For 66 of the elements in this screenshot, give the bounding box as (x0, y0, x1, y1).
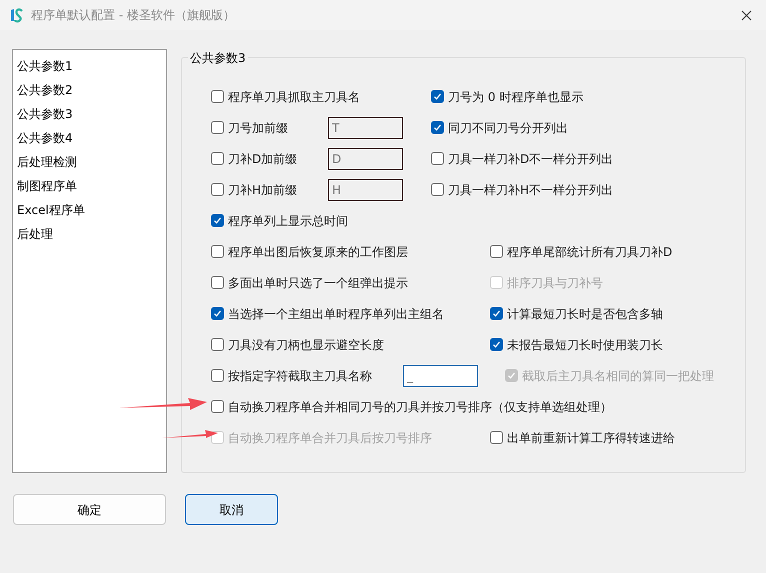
checkbox[interactable] (490, 245, 503, 258)
checkbox-label: 刀补H加前缀 (228, 182, 298, 198)
checkmark-icon (492, 309, 501, 318)
checkbox[interactable] (490, 338, 503, 351)
sidebar-item[interactable]: 公共参数4 (13, 126, 166, 150)
checkbox-label: 自动换刀程序单合并刀具后按刀号排序 (228, 430, 432, 446)
checkbox-label: 自动换刀程序单合并相同刀号的刀具并按刀号排序（仅支持单选组处理） (228, 398, 612, 416)
checkbox[interactable] (211, 400, 224, 413)
checkbox-label: 刀具一样刀补H不一样分开列出 (448, 182, 614, 198)
checkmark-icon (433, 92, 442, 101)
checkbox-label: 程序单尾部统计所有刀具刀补D (507, 244, 672, 260)
checkbox[interactable] (211, 369, 224, 382)
checkbox[interactable] (490, 307, 503, 320)
checkbox[interactable] (211, 214, 224, 227)
checkbox-label: 截取后主刀具名相同的算同一把处理 (522, 368, 714, 384)
checkbox[interactable] (490, 431, 503, 444)
sidebar-item[interactable]: Excel程序单 (13, 198, 166, 222)
checkbox[interactable] (431, 90, 444, 103)
sidebar-item[interactable]: 公共参数2 (13, 78, 166, 102)
dialog-button[interactable]: 确定 (13, 494, 166, 525)
app-logo-icon (9, 7, 25, 23)
sidebar-item[interactable]: 制图程序单 (13, 174, 166, 198)
checkbox-label: 按指定字符截取主刀具名称 (228, 368, 372, 384)
checkbox-label: 刀补D加前缀 (228, 150, 298, 168)
checkbox-label: 刀号加前缀 (228, 120, 288, 136)
checkbox-label: 当选择一个主组出单时程序单列出主组名 (228, 306, 444, 322)
dialog-button[interactable]: 取消 (185, 494, 278, 525)
checkbox-label: 同刀不同刀号分开列出 (448, 120, 568, 136)
sidebar-item[interactable]: 后处理 (13, 222, 166, 246)
close-icon[interactable] (741, 10, 752, 20)
checkbox[interactable] (211, 152, 224, 165)
checkbox[interactable] (211, 90, 224, 103)
checkbox-label: 出单前重新计算工序得转速进给 (507, 430, 675, 446)
sidebar-item[interactable]: 后处理检测 (13, 150, 166, 174)
window-title: 程序单默认配置 - 楼圣软件（旗舰版） (31, 7, 235, 24)
checkmark-icon (433, 123, 442, 132)
sidebar-item[interactable]: 公共参数3 (13, 102, 166, 126)
checkbox-label: 程序单列上显示总时间 (228, 212, 348, 230)
checkmark-icon (213, 309, 222, 318)
checkmark-icon (213, 216, 222, 225)
checkbox[interactable] (431, 121, 444, 134)
text-field[interactable]: _ (403, 364, 478, 386)
group-title: 公共参数3 (188, 49, 248, 67)
checkbox[interactable] (211, 276, 224, 289)
checkbox-label: 刀具没有刀柄也显示避空长度 (228, 336, 384, 354)
sidebar-item[interactable]: 公共参数1 (13, 54, 166, 78)
checkbox[interactable] (211, 307, 224, 320)
checkbox[interactable] (211, 121, 224, 134)
checkbox-label: 计算最短刀长时是否包含多轴 (507, 306, 663, 322)
checkbox-label: 程序单出图后恢复原来的工作图层 (228, 244, 408, 260)
checkbox[interactable] (211, 183, 224, 196)
checkmark-icon (492, 340, 501, 349)
checkbox-label: 刀号为 0 时程序单也显示 (448, 88, 584, 106)
checkbox-label: 未报告最短刀长时使用装刀长 (507, 336, 663, 354)
checkbox[interactable] (431, 183, 444, 196)
checkbox-label: 多面出单时只选了一个组弹出提示 (228, 274, 408, 292)
checkbox[interactable] (431, 152, 444, 165)
checkbox-label: 程序单刀具抓取主刀具名 (228, 88, 360, 106)
text-field[interactable]: H (328, 178, 403, 200)
checkmark-icon (507, 371, 516, 380)
text-field[interactable]: D (328, 148, 403, 170)
checkbox-label: 排序刀具与刀补号 (507, 274, 603, 292)
checkbox[interactable] (211, 245, 224, 258)
checkbox[interactable] (211, 338, 224, 351)
checkbox-label: 刀具一样刀补D不一样分开列出 (448, 150, 614, 168)
text-field[interactable]: T (328, 116, 403, 138)
